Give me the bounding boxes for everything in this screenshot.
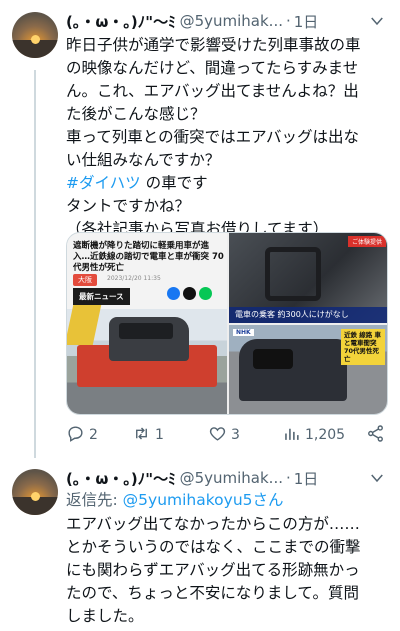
more-icon[interactable] xyxy=(368,469,388,487)
tweet-2[interactable]: (｡・ω・｡)ﾉ"〜ﾐ @5yumihak... · 1日 返信先: @5yum… xyxy=(0,455,400,631)
news-caption: 電車の乗客 約300人にけがなし xyxy=(229,307,387,323)
reply-context: 返信先: @5yumihakoyu5さん xyxy=(66,489,284,511)
user-handle[interactable]: @5yumihak... xyxy=(180,12,283,30)
text-line: い仕組みなんですか？ xyxy=(66,151,221,169)
like-count: 3 xyxy=(231,427,240,443)
news-caption: 近鉄 線路 車と電車衝突 70代男性死亡 xyxy=(341,329,385,365)
user-handle[interactable]: @5yumihak... xyxy=(180,469,283,487)
separator-dot: · xyxy=(285,12,291,30)
retweet-button[interactable]: 1 xyxy=(132,424,208,447)
text-line: 昨日子供が通学で影響受けた列車事故の車 xyxy=(66,36,361,54)
tweet-text: 昨日子供が通学で影響受けた列車事故の車 の映像なんだけど、間違ってたらすみませ … xyxy=(66,34,390,241)
facebook-icon xyxy=(167,287,180,300)
timestamp[interactable]: 1日 xyxy=(294,468,319,489)
text-line: とかそういうのではなく、ここまでの衝撃 xyxy=(66,538,361,556)
news-label: 最新ニュース xyxy=(73,288,130,305)
broadcaster-logo: NHK xyxy=(233,329,254,336)
like-icon xyxy=(208,424,227,447)
action-bar: 2 1 3 1,205 xyxy=(66,423,388,447)
text-line: た後がこんな感じ？ xyxy=(66,105,206,123)
text-line: 車って列車との衝突ではエアバッグは出な xyxy=(66,128,359,146)
hashtag-line: #ダイハツ の車です xyxy=(66,172,390,195)
line-icon xyxy=(199,287,212,300)
retweet-icon xyxy=(132,424,151,447)
tweet-header: (｡・ω・｡)ﾉ"〜ﾐ @5yumihak... · 1日 xyxy=(66,467,388,489)
news-headline: 遮断機が降りた踏切に軽乗用車が進入…近鉄線の踏切で電車と車が衝突 70代男性が死… xyxy=(73,241,224,273)
text-line: たので、ちょっと不安になりまして。質問 xyxy=(66,584,359,602)
tweet-header: (｡・ω・｡)ﾉ"〜ﾐ @5yumihak... · 1日 xyxy=(66,10,388,32)
wrecked-car-photo xyxy=(67,305,227,414)
reply-prefix: 返信先: xyxy=(66,491,123,509)
text-line: タントですかね？ xyxy=(66,197,191,215)
reply-mention-link[interactable]: @5yumihakoyu5さん xyxy=(123,491,284,509)
avatar[interactable] xyxy=(12,469,58,515)
media-grid: 遮断機が降りた踏切に軽乗用車が進入…近鉄線の踏切で電車と車が衝突 70代男性が死… xyxy=(66,232,388,415)
text-line: にも関わらずエアバッグ出てる形跡無かっ xyxy=(66,561,360,579)
source-tag: ご体験提供 xyxy=(347,236,386,247)
share-icon xyxy=(366,424,385,447)
damaged-car-image[interactable]: NHK 近鉄 線路 車と電車衝突 70代男性死亡 xyxy=(229,325,387,414)
tweet-text: エアバッグ出てなかったからこの方が…… とかそういうのではなく、ここまでの衝撃 … xyxy=(66,513,390,628)
views-icon xyxy=(282,424,301,447)
text-line: エアバッグ出てなかったからこの方が…… xyxy=(66,515,360,533)
news-screenshot-image[interactable]: 遮断機が降りた踏切に軽乗用車が進入…近鉄線の踏切で電車と車が衝突 70代男性が死… xyxy=(67,233,227,414)
text-line: しました。 xyxy=(66,607,144,625)
news-timestamp: 2023/12/20 11:35 xyxy=(107,275,161,282)
share-button[interactable] xyxy=(366,424,385,447)
text-line: ん。これ、エアバッグ出てませんよね？出 xyxy=(66,82,359,100)
x-icon xyxy=(183,287,196,300)
more-icon[interactable] xyxy=(368,12,388,30)
text-line: の映像なんだけど、間違ってたらすみませ xyxy=(66,59,359,77)
car-interior-image[interactable]: ご体験提供 電車の乗客 約300人にけがなし xyxy=(229,233,387,323)
like-button[interactable]: 3 xyxy=(208,424,282,447)
tweet-1[interactable]: (｡・ω・｡)ﾉ"〜ﾐ @5yumihak... · 1日 昨日子供が通学で影響… xyxy=(0,0,400,455)
display-name[interactable]: (｡・ω・｡)ﾉ"〜ﾐ xyxy=(66,11,176,32)
views-button[interactable]: 1,205 xyxy=(282,424,366,447)
avatar[interactable] xyxy=(12,12,58,58)
reply-button[interactable]: 2 xyxy=(66,424,132,447)
reply-icon xyxy=(66,424,85,447)
hashtag-link[interactable]: #ダイハツ xyxy=(66,174,141,192)
hashtag-suffix: の車です xyxy=(140,174,208,192)
display-name[interactable]: (｡・ω・｡)ﾉ"〜ﾐ xyxy=(66,468,176,489)
retweet-count: 1 xyxy=(155,427,164,443)
view-count: 1,205 xyxy=(305,427,346,443)
reply-count: 2 xyxy=(89,427,98,443)
timestamp[interactable]: 1日 xyxy=(294,11,319,32)
region-chip: 大阪 xyxy=(73,274,97,286)
separator-dot: · xyxy=(285,469,291,487)
